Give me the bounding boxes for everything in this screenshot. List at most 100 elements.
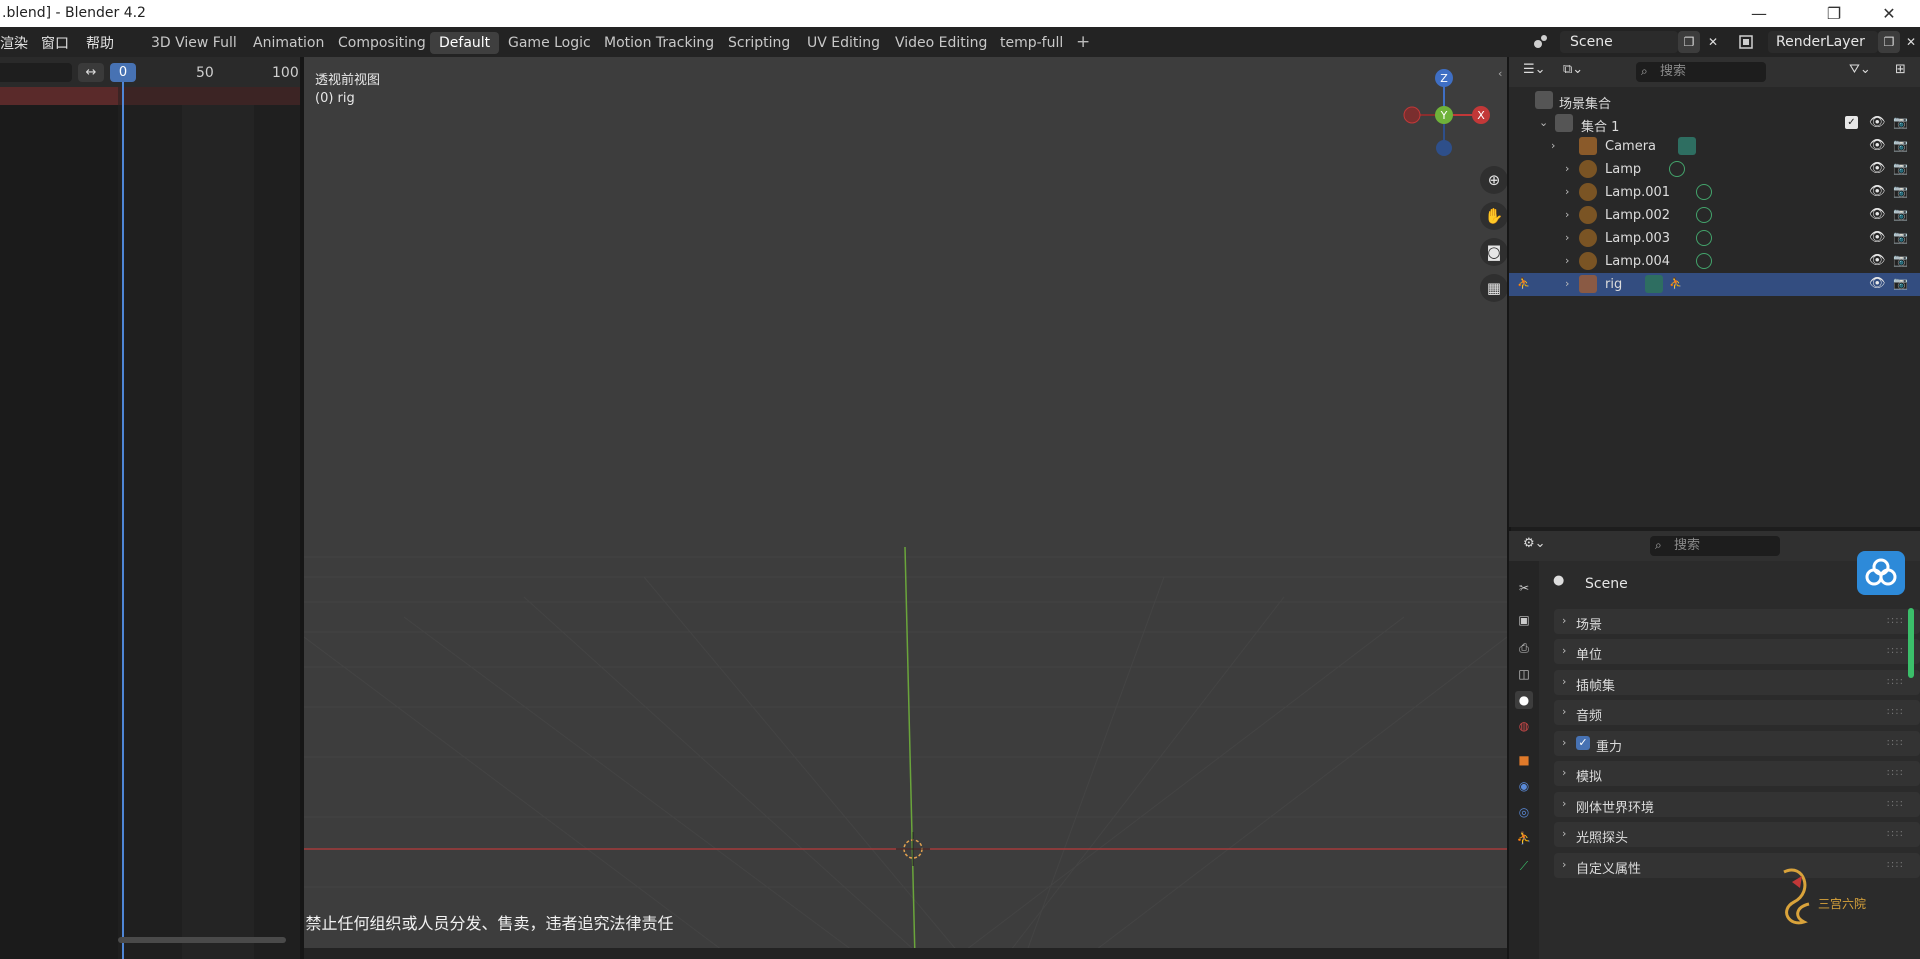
new-scene-icon[interactable]: ❐ — [1678, 31, 1700, 53]
view-layer-filter-icon[interactable]: ⧉⌄ — [1563, 62, 1593, 82]
visibility-eye-icon[interactable]: 👁 — [1869, 184, 1886, 199]
expand-icon[interactable]: › — [1565, 162, 1569, 175]
tab-motion-tracking[interactable]: Motion Tracking — [595, 32, 723, 54]
gravity-checkbox[interactable]: ✓ — [1576, 736, 1590, 750]
swap-icon[interactable]: ↔ — [78, 63, 104, 82]
render-camera-icon[interactable]: 📷 — [1893, 253, 1908, 267]
render-tab-icon[interactable]: ▣ — [1515, 611, 1533, 629]
tab-animation[interactable]: Animation — [244, 32, 333, 54]
outliner-item-lamp-001[interactable]: › Lamp.001 👁 📷 — [1509, 181, 1920, 204]
remove-scene-icon[interactable]: ✕ — [1702, 31, 1724, 53]
section-units[interactable]: › 单位:::: — [1554, 639, 1920, 664]
world-tab-icon[interactable]: ◍ — [1515, 717, 1533, 735]
render-camera-icon[interactable]: 📷 — [1893, 276, 1908, 290]
section-simulation[interactable]: › 模拟:::: — [1554, 761, 1920, 786]
section-rigid-body-world[interactable]: › 刚体世界环境:::: — [1554, 792, 1920, 817]
bone-tab-icon[interactable]: ⟋ — [1515, 857, 1533, 875]
current-frame-indicator[interactable]: 0 — [110, 63, 136, 82]
menu-render[interactable]: 渲染 — [0, 33, 28, 53]
scene-tab-icon[interactable]: ● — [1515, 691, 1533, 709]
physics-tab-icon[interactable]: ◎ — [1515, 803, 1533, 821]
properties-search-input[interactable]: 搜索 — [1650, 536, 1780, 556]
tab-default[interactable]: Default — [430, 32, 500, 54]
view-layer-selector[interactable]: RenderLayer — [1768, 31, 1878, 53]
expand-icon[interactable]: › — [1551, 139, 1555, 152]
outliner-item-rig[interactable]: ⛹ › rig ⛹ 👁 📷 — [1509, 273, 1920, 296]
outliner-item-lamp-002[interactable]: › Lamp.002 👁 📷 — [1509, 204, 1920, 227]
maximize-button[interactable]: ❐ — [1811, 0, 1857, 27]
render-camera-icon[interactable]: 📷 — [1893, 230, 1908, 244]
visibility-eye-icon[interactable]: 👁 — [1869, 115, 1886, 130]
render-camera-icon[interactable]: 📷 — [1893, 207, 1908, 221]
menu-window[interactable]: 窗口 — [41, 33, 69, 53]
expand-icon[interactable]: › — [1565, 254, 1569, 267]
render-camera-icon[interactable]: 📷 — [1893, 138, 1908, 152]
exclude-checkbox[interactable]: ✓ — [1845, 116, 1858, 129]
expand-icon[interactable]: › — [1565, 185, 1569, 198]
render-camera-icon[interactable]: 📷 — [1893, 161, 1908, 175]
output-tab-icon[interactable]: ⎙ — [1515, 639, 1533, 657]
timeline-range-field[interactable] — [0, 63, 72, 82]
tab-video-editing[interactable]: Video Editing — [886, 32, 996, 54]
visibility-eye-icon[interactable]: 👁 — [1869, 276, 1886, 291]
filter-icon[interactable]: ⛛⌄ — [1849, 62, 1871, 77]
camera-view-icon[interactable]: ◙ — [1480, 238, 1507, 266]
add-workspace-button[interactable]: + — [1076, 32, 1090, 52]
outliner-scene-collection[interactable]: 场景集合 — [1509, 89, 1920, 112]
new-view-layer-icon[interactable]: ❐ — [1878, 31, 1900, 53]
pan-hand-icon[interactable]: ✋ — [1480, 202, 1507, 230]
tab-scripting[interactable]: Scripting — [719, 32, 799, 54]
visibility-eye-icon[interactable]: 👁 — [1869, 230, 1886, 245]
scene-icon[interactable] — [1530, 31, 1552, 53]
tab-uv-editing[interactable]: UV Editing — [798, 32, 889, 54]
properties-scrollbar[interactable] — [1908, 608, 1914, 678]
new-collection-icon[interactable]: ⊞ — [1895, 62, 1906, 77]
perspective-grid-icon[interactable]: ▦ — [1480, 274, 1507, 302]
render-camera-icon[interactable]: 📷 — [1893, 115, 1908, 129]
visibility-eye-icon[interactable]: 👁 — [1869, 253, 1886, 268]
expand-icon[interactable]: › — [1565, 277, 1569, 290]
section-light-probes[interactable]: › 光照探头:::: — [1554, 822, 1920, 847]
outliner-panel[interactable]: ☰⌄ ⧉⌄ 搜索 ⌕ ⛛⌄ ⊞ 场景集合 ⌄ 集合 1 ✓ 👁 📷 › Came… — [1509, 57, 1920, 527]
menu-help[interactable]: 帮助 — [86, 33, 114, 53]
scene-selector[interactable]: Scene — [1560, 31, 1678, 53]
outliner-item-lamp-003[interactable]: › Lamp.003 👁 📷 — [1509, 227, 1920, 250]
navigation-gizmo[interactable]: Z X Y — [1394, 65, 1494, 165]
tab-game-logic[interactable]: Game Logic — [499, 32, 600, 54]
close-button[interactable]: ✕ — [1866, 0, 1912, 27]
outliner-search-input[interactable]: 搜索 — [1636, 62, 1766, 82]
view-layer-tab-icon[interactable]: ◫ — [1515, 665, 1533, 683]
minimize-button[interactable]: — — [1736, 0, 1782, 27]
visibility-eye-icon[interactable]: 👁 — [1869, 138, 1886, 153]
tab-compositing[interactable]: Compositing — [329, 32, 435, 54]
section-gravity[interactable]: › ✓ 重力:::: — [1554, 731, 1920, 756]
tool-tab-icon[interactable]: ✂ — [1515, 579, 1533, 597]
constraint-tab-icon[interactable]: ⛹ — [1515, 829, 1533, 847]
toolbar-collapse-arrow[interactable]: ‹ — [1498, 67, 1502, 80]
outliner-item-lamp-004[interactable]: › Lamp.004 👁 📷 — [1509, 250, 1920, 273]
outliner-item-camera[interactable]: › Camera 👁 📷 — [1509, 135, 1920, 158]
section-scene[interactable]: › 场景:::: — [1554, 609, 1920, 634]
expand-icon[interactable]: › — [1565, 208, 1569, 221]
visibility-eye-icon[interactable]: 👁 — [1869, 161, 1886, 176]
outliner-collection-1[interactable]: ⌄ 集合 1 ✓ 👁 📷 — [1509, 112, 1920, 135]
display-mode-icon[interactable]: ☰⌄ — [1523, 62, 1553, 82]
expand-icon[interactable]: › — [1565, 231, 1569, 244]
visibility-eye-icon[interactable]: 👁 — [1869, 207, 1886, 222]
editor-type-icon[interactable]: ⚙⌄ — [1523, 536, 1546, 551]
object-tab-icon[interactable]: ■ — [1515, 751, 1533, 769]
pose-mode-icon[interactable]: ⛹ — [1517, 277, 1531, 290]
view-layer-icon[interactable] — [1736, 31, 1762, 53]
modifier-tab-icon[interactable]: ◉ — [1515, 777, 1533, 795]
tab-temp-full[interactable]: temp-full — [991, 32, 1072, 54]
render-camera-icon[interactable]: 📷 — [1893, 184, 1908, 198]
outliner-item-lamp[interactable]: › Lamp 👁 📷 — [1509, 158, 1920, 181]
timeline-panel[interactable]: ↔ 0 50 100 — [0, 57, 302, 959]
remove-view-layer-icon[interactable]: ✕ — [1900, 31, 1920, 53]
timeline-scrollbar[interactable] — [118, 937, 286, 943]
section-audio[interactable]: › 音频:::: — [1554, 700, 1920, 725]
expand-icon[interactable]: ⌄ — [1539, 116, 1548, 129]
section-keying-sets[interactable]: › 插帧集:::: — [1554, 670, 1920, 695]
floating-app-badge[interactable] — [1857, 551, 1905, 595]
zoom-icon[interactable]: ⊕ — [1480, 166, 1507, 194]
